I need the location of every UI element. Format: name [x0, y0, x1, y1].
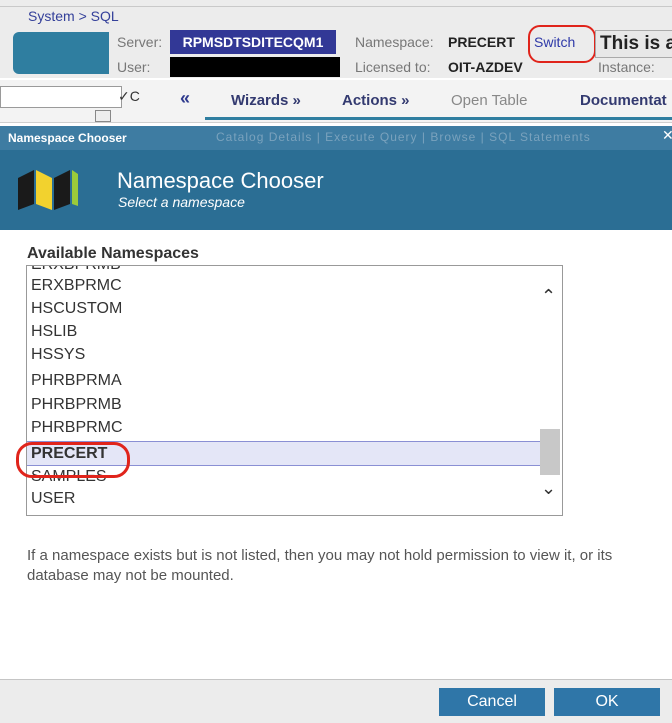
lookup-combo-input[interactable] — [0, 86, 122, 108]
chooser-subheading: Select a namespace — [118, 194, 245, 210]
list-item[interactable]: PHRBPRMC — [31, 419, 123, 437]
breadcrumb[interactable]: System > SQL — [28, 8, 119, 24]
combo-stub-button[interactable] — [95, 110, 111, 122]
user-label: User: — [117, 59, 151, 75]
switch-highlight-ring — [528, 25, 596, 63]
menu-underline — [205, 117, 672, 120]
combo-dropdown-icon[interactable]: ✓C — [118, 86, 140, 106]
ok-button[interactable]: OK — [554, 688, 660, 716]
list-item[interactable]: ERXBPRMC — [31, 277, 122, 295]
namespace-label: Namespace: — [355, 34, 434, 50]
scroll-down-icon[interactable]: ⌄ — [541, 478, 556, 499]
server-label: Server: — [117, 34, 163, 50]
dialog-banner — [0, 150, 672, 230]
list-item[interactable]: PHRBPRMB — [31, 396, 122, 414]
list-item[interactable]: ERXBPRMB — [31, 266, 121, 274]
environment-banner: This is a — [595, 30, 672, 58]
menu-wizards[interactable]: Wizards » — [231, 92, 301, 109]
available-namespaces-label: Available Namespaces — [27, 245, 199, 262]
menu-documentation[interactable]: Documentat — [580, 92, 667, 109]
background-tabs: Catalog Details | Execute Query | Browse… — [216, 130, 591, 144]
selection-highlight-ring — [16, 442, 130, 478]
menu-open-table[interactable]: Open Table — [451, 92, 527, 109]
collapse-menu-icon[interactable]: « — [180, 88, 190, 109]
app-logo — [13, 32, 109, 74]
namespace-chooser-logo-icon — [18, 170, 78, 210]
menu-actions[interactable]: Actions » — [342, 92, 410, 109]
list-item[interactable]: HSCUSTOM — [31, 300, 122, 318]
cancel-button[interactable]: Cancel — [439, 688, 545, 716]
close-icon[interactable]: ✕ — [662, 127, 672, 144]
list-item[interactable]: HSLIB — [31, 323, 77, 341]
list-item[interactable]: PHRBPRMA — [31, 372, 122, 390]
instance-label: Instance: — [598, 59, 655, 75]
list-item[interactable]: USER — [31, 490, 75, 508]
header-divider — [0, 6, 672, 7]
licensed-value: OIT-AZDEV — [448, 59, 523, 75]
server-value: RPMSDTSDITECQM1 — [170, 30, 336, 54]
namespace-listbox[interactable]: ERXBPRMB ERXBPRMC HSCUSTOM HSLIB HSSYS P… — [26, 265, 563, 516]
help-text: If a namespace exists but is not listed,… — [27, 547, 613, 584]
scrollbar-thumb[interactable] — [540, 429, 560, 475]
licensed-label: Licensed to: — [355, 59, 431, 75]
list-item[interactable]: HSSYS — [31, 346, 85, 364]
scroll-up-icon[interactable]: ⌃ — [541, 286, 556, 307]
dialog-title: Namespace Chooser — [8, 131, 127, 145]
user-value-redacted — [170, 57, 340, 77]
namespace-value: PRECERT — [448, 34, 515, 50]
chooser-heading: Namespace Chooser — [117, 168, 324, 193]
